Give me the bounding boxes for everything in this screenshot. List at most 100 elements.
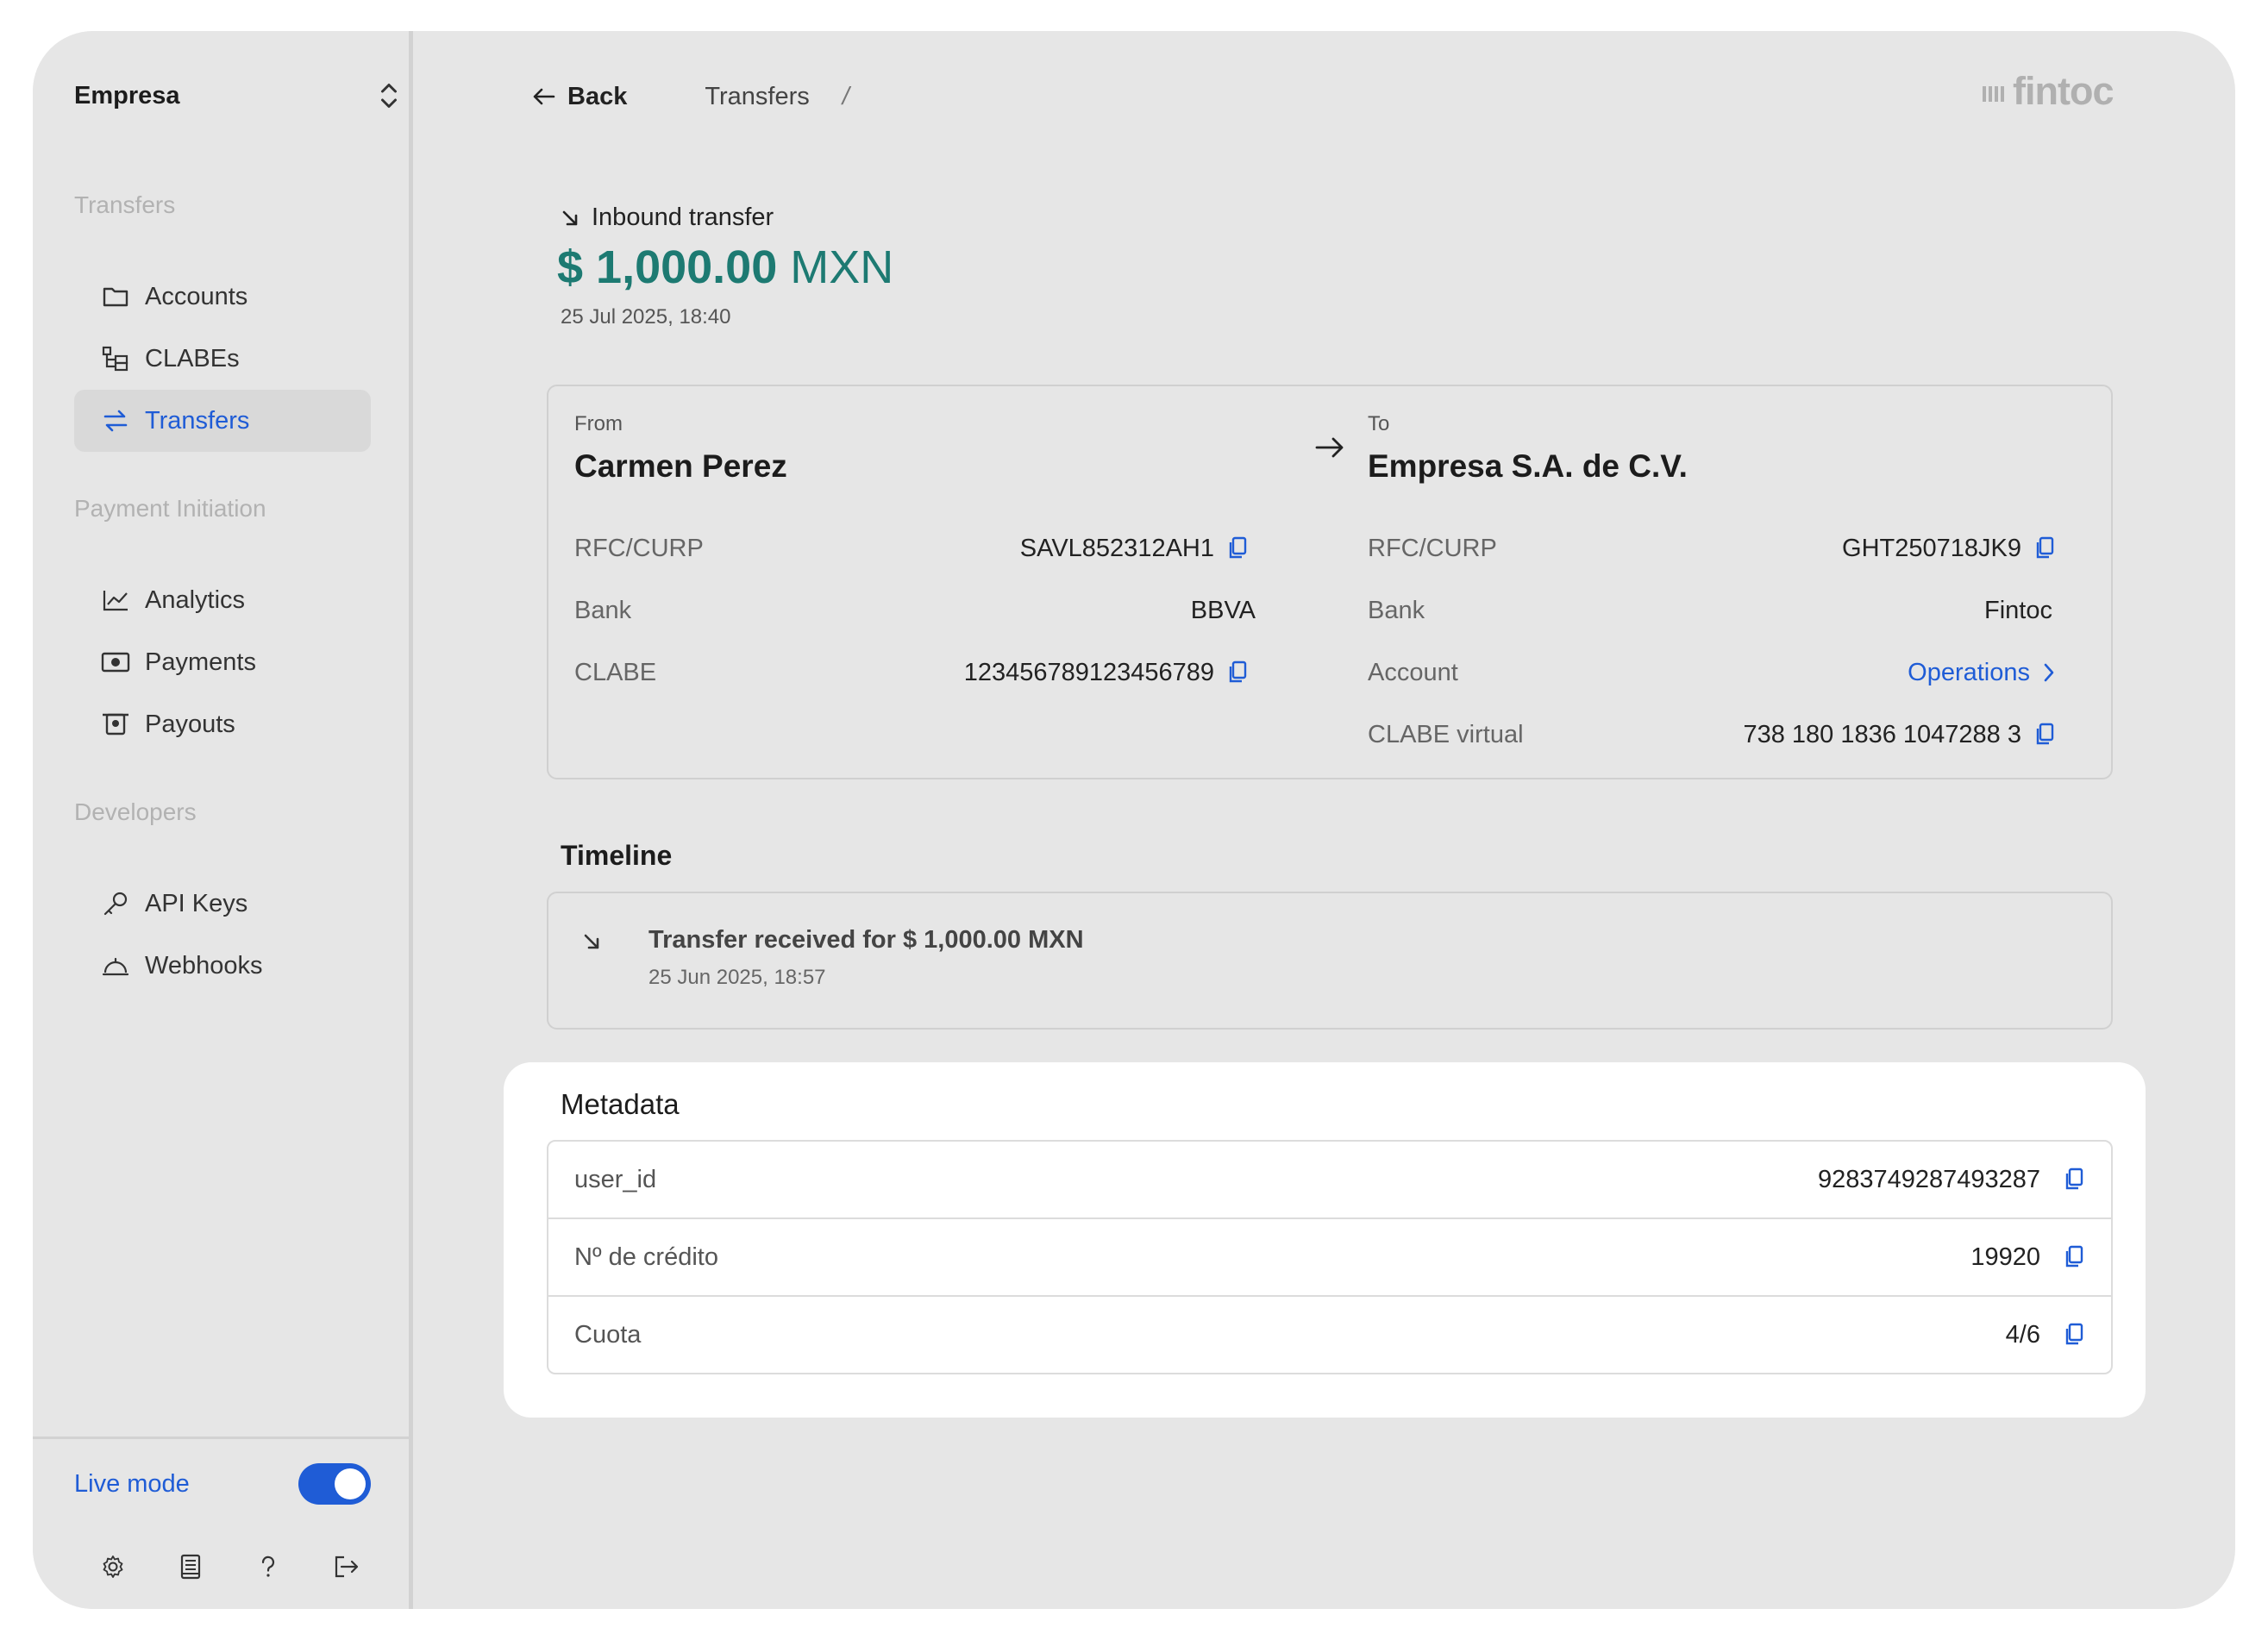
sidebar-item-analytics[interactable]: Analytics [74, 569, 371, 631]
metadata-row: Nº de crédito 19920 [548, 1219, 2111, 1297]
field-value: Fintoc [1984, 596, 2052, 624]
toggle-knob [335, 1468, 366, 1499]
help-icon[interactable] [229, 1545, 307, 1588]
breadcrumb-transfers[interactable]: Transfers [705, 83, 809, 111]
sidebar-item-api-keys[interactable]: API Keys [74, 873, 371, 935]
org-switcher[interactable]: Empresa [74, 74, 402, 117]
to-label: To [1368, 412, 1390, 435]
back-label: Back [567, 82, 628, 110]
transfer-date: 25 Jul 2025, 18:40 [561, 305, 731, 329]
to-field-rfc: RFC/CURP GHT250718JK9 [1368, 531, 2056, 566]
sidebar-section-developers: Developers [74, 798, 197, 825]
field-key: CLABE virtual [1368, 720, 1524, 748]
copy-icon[interactable] [2063, 1323, 2085, 1347]
sidebar-item-label: Transfers [145, 406, 250, 435]
org-name: Empresa [74, 81, 180, 110]
sidebar-item-payouts[interactable]: Payouts [74, 693, 371, 755]
field-key: Bank [574, 596, 632, 624]
sidebar-item-webhooks[interactable]: Webhooks [74, 935, 371, 997]
copy-icon[interactable] [2033, 536, 2056, 560]
field-key: CLABE [574, 658, 657, 686]
metadata-table: user_id 9283749287493287 Nº de crédito 1… [547, 1140, 2113, 1374]
field-value-text: GHT250718JK9 [1842, 534, 2021, 562]
brand-logo: fintoc [1982, 69, 2114, 114]
arrow-down-right-icon [584, 934, 599, 949]
copy-icon[interactable] [2063, 1167, 2085, 1192]
arrow-left-icon [533, 88, 555, 105]
live-mode-label: Live mode [74, 1469, 190, 1498]
sidebar-section-payment-initiation: Payment Initiation [74, 495, 266, 522]
metadata-panel: Metadata user_id 9283749287493287 Nº de … [504, 1062, 2146, 1418]
metadata-row: user_id 9283749287493287 [548, 1142, 2111, 1219]
metadata-row: Cuota 4/6 [548, 1297, 2111, 1373]
copy-icon[interactable] [2033, 723, 2056, 747]
sidebar-footer [74, 1545, 402, 1588]
payout-icon [100, 709, 131, 740]
transfer-amount: $ 1,000.00 MXN [557, 241, 893, 294]
chevron-up-down-icon [381, 84, 397, 108]
metadata-value-text: 9283749287493287 [1817, 1165, 2040, 1193]
field-key: Account [1368, 658, 1458, 686]
copy-icon[interactable] [1226, 536, 1249, 560]
back-button[interactable]: Back [533, 83, 627, 111]
to-field-clabe-virtual: CLABE virtual 738 180 1836 1047288 3 [1368, 717, 2056, 752]
sidebar-item-clabes[interactable]: CLABEs [74, 328, 371, 390]
sidebar-item-label: Accounts [145, 282, 248, 310]
key-icon [100, 888, 131, 919]
logo-text: fintoc [2013, 69, 2114, 113]
metadata-value-text: 4/6 [2005, 1320, 2040, 1349]
field-key: RFC/CURP [574, 534, 704, 562]
sidebar-item-payments[interactable]: Payments [74, 631, 371, 693]
logo-bars-icon [1983, 86, 2004, 102]
sidebar-item-label: Analytics [145, 585, 246, 614]
parties-card: From Carmen Perez RFC/CURP SAVL852312AH1… [547, 385, 2113, 779]
timeline-event-date: 25 Jun 2025, 18:57 [648, 966, 826, 989]
sidebar-item-transfers[interactable]: Transfers [74, 390, 371, 452]
to-field-bank: Bank Fintoc [1368, 593, 2052, 628]
to-field-account: Account Operations [1368, 655, 2056, 690]
field-value-text: 123456789123456789 [963, 658, 1214, 686]
chart-line-icon [100, 585, 131, 616]
sidebar-item-label: Webhooks [145, 951, 263, 980]
sidebar-divider [33, 1437, 409, 1439]
field-value: SAVL852312AH1 [1020, 535, 1249, 563]
metadata-title: Metadata [561, 1088, 680, 1120]
sidebar-item-label: CLABEs [145, 344, 240, 372]
field-value-text: 738 180 1836 1047288 3 [1743, 720, 2021, 748]
account-link[interactable]: Operations [1908, 659, 2056, 687]
from-name: Carmen Perez [574, 448, 787, 484]
metadata-key: Cuota [574, 1320, 642, 1349]
sidebar: Empresa Transfers Accounts CLABEs Transf… [33, 31, 413, 1609]
transfer-kind: Inbound transfer [561, 203, 774, 232]
metadata-value: 4/6 [2006, 1321, 2085, 1349]
chevron-right-icon [2044, 663, 2054, 682]
from-label: From [574, 412, 623, 435]
account-link-text: Operations [1908, 658, 2030, 686]
sidebar-section-transfers: Transfers [74, 191, 176, 218]
amount-value: $ 1,000.00 [557, 241, 778, 293]
field-value: GHT250718JK9 [1842, 535, 2056, 563]
copy-icon[interactable] [2063, 1245, 2085, 1269]
from-field-clabe: CLABE 123456789123456789 [574, 655, 1249, 690]
amount-currency: MXN [790, 241, 894, 293]
settings-icon[interactable] [74, 1545, 152, 1588]
docs-icon[interactable] [152, 1545, 229, 1588]
copy-icon[interactable] [1226, 660, 1249, 685]
timeline-event-title: Transfer received for $ 1,000.00 MXN [648, 926, 1084, 954]
metadata-value: 19920 [1970, 1243, 2085, 1272]
sidebar-item-label: Payments [145, 648, 256, 676]
logout-icon[interactable] [307, 1545, 385, 1588]
metadata-value-text: 19920 [1970, 1243, 2040, 1271]
metadata-key: user_id [574, 1165, 657, 1193]
metadata-value: 9283749287493287 [1818, 1166, 2085, 1194]
folder-icon [100, 281, 131, 312]
transfer-arrows-icon [100, 405, 131, 436]
timeline-card: Transfer received for $ 1,000.00 MXN 25 … [547, 892, 2113, 1030]
top-bar: Back Transfers / [533, 72, 849, 121]
sidebar-item-label: Payouts [145, 710, 235, 738]
live-mode-toggle[interactable] [298, 1463, 371, 1505]
field-key: RFC/CURP [1368, 534, 1497, 562]
from-field-rfc: RFC/CURP SAVL852312AH1 [574, 531, 1249, 566]
arrow-right-icon [1315, 437, 1344, 458]
sidebar-item-accounts[interactable]: Accounts [74, 266, 371, 328]
